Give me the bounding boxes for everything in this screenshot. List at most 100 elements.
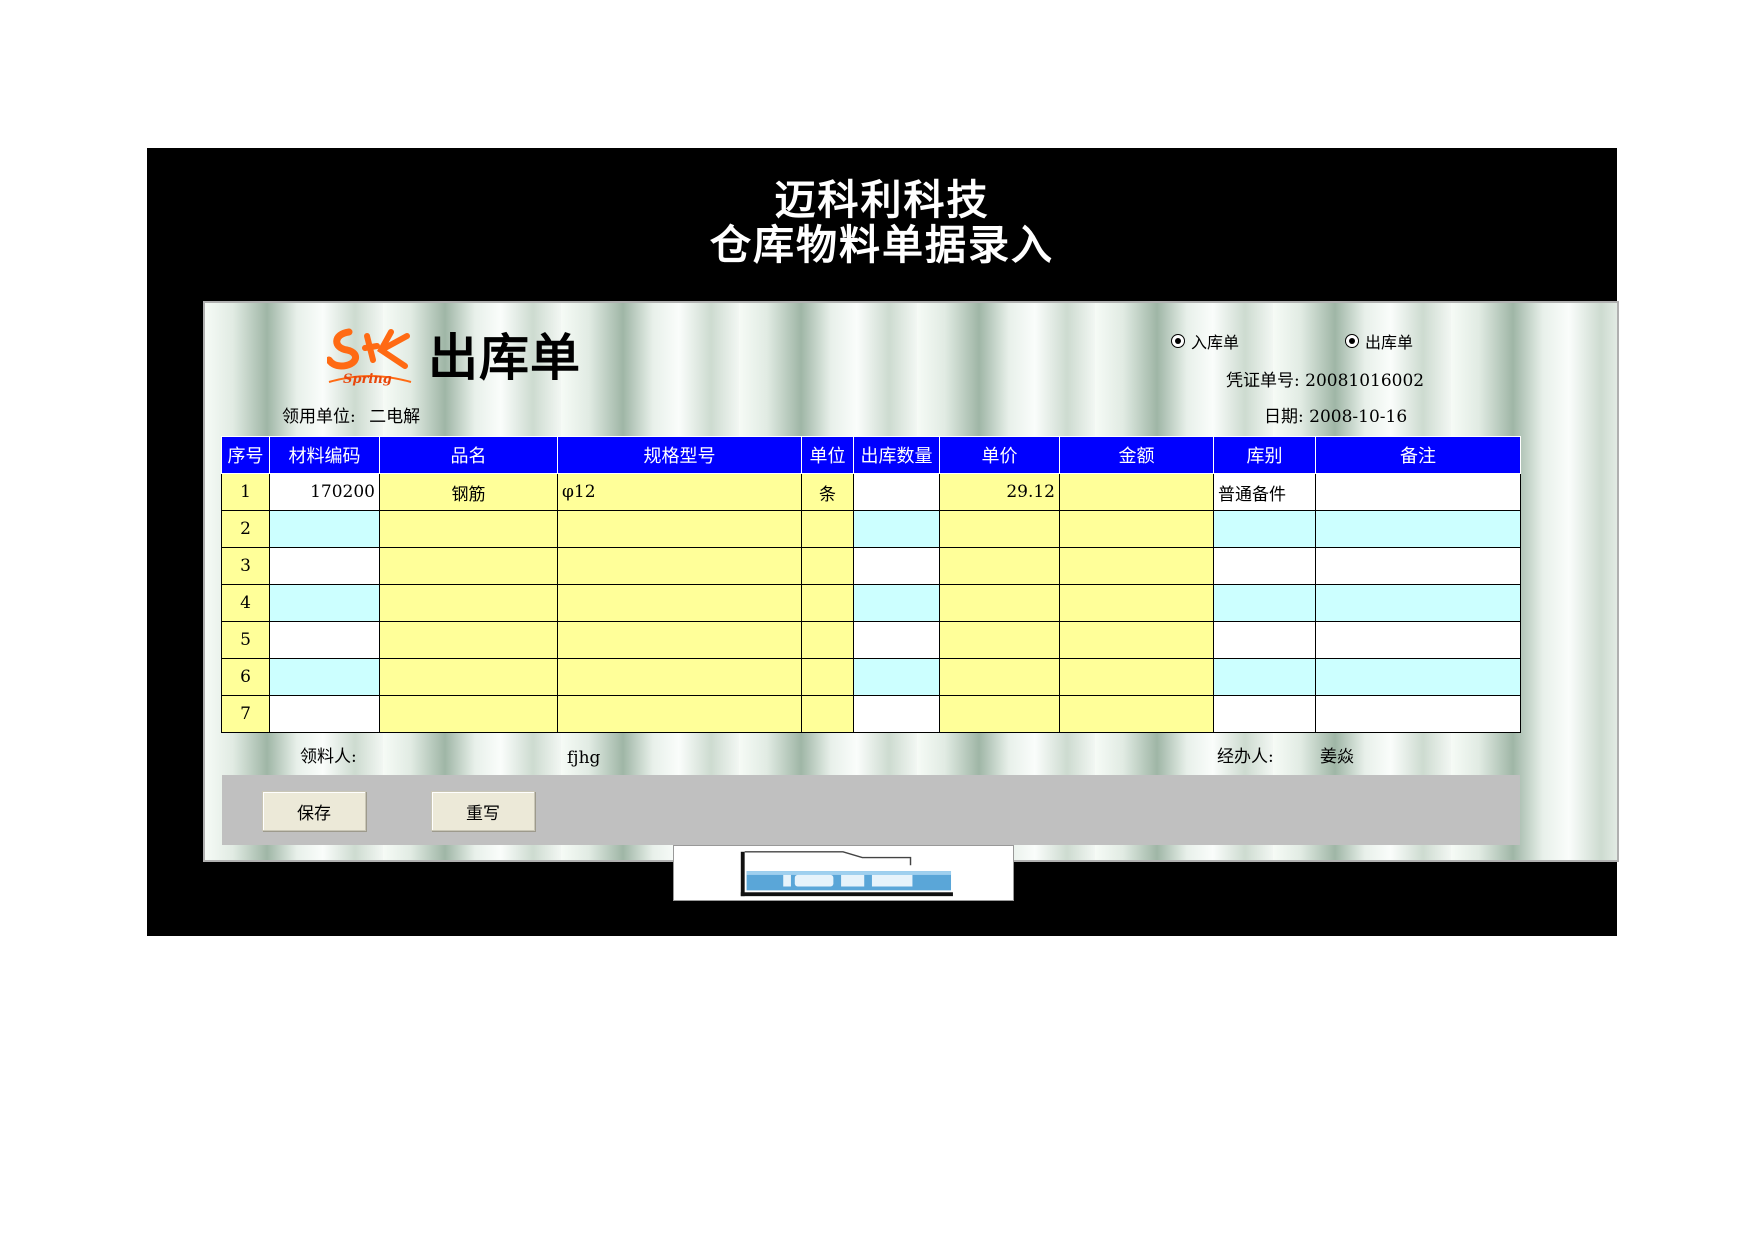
cell-qty[interactable] [853, 584, 940, 622]
cell-code[interactable] [269, 510, 380, 548]
cell-spec[interactable] [557, 695, 802, 733]
col-header-name: 品名 [379, 436, 558, 474]
cell-store[interactable] [1213, 584, 1316, 622]
cell-index: 7 [221, 695, 270, 733]
cell-code[interactable] [269, 621, 380, 659]
col-header-code: 材料编码 [269, 436, 380, 474]
cell-spec[interactable] [557, 584, 802, 622]
cell-code[interactable] [269, 584, 380, 622]
cell-spec[interactable] [557, 510, 802, 548]
cell-price[interactable] [939, 621, 1060, 659]
cell-spec[interactable]: φ12 [557, 473, 802, 511]
cell-name[interactable] [379, 621, 558, 659]
cell-code[interactable] [269, 547, 380, 585]
radio-inbound[interactable]: 入库单 [1171, 329, 1239, 353]
app-subtitle: 仓库物料单据录入 [710, 221, 1054, 269]
cell-store[interactable] [1213, 510, 1316, 548]
receiver-value[interactable]: fjhg [567, 748, 600, 768]
col-header-qty: 出库数量 [853, 436, 940, 474]
table-row: 6 [221, 658, 1521, 696]
cell-store[interactable] [1213, 658, 1316, 696]
handler-value[interactable]: 姜焱 [1320, 747, 1354, 767]
cell-note[interactable] [1315, 473, 1521, 511]
cell-name[interactable] [379, 510, 558, 548]
cell-price[interactable] [939, 584, 1060, 622]
cell-note[interactable] [1315, 621, 1521, 659]
cell-amount[interactable] [1059, 473, 1214, 511]
col-header-price: 单价 [939, 436, 1060, 474]
cell-store[interactable]: 普通备件 [1213, 473, 1316, 511]
cell-price[interactable]: 29.12 [939, 473, 1060, 511]
cell-note[interactable] [1315, 695, 1521, 733]
cell-price[interactable] [939, 695, 1060, 733]
cell-note[interactable] [1315, 584, 1521, 622]
form-title: 出库单 [428, 329, 581, 387]
cell-name[interactable] [379, 695, 558, 733]
cell-code[interactable] [269, 658, 380, 696]
cell-qty[interactable] [853, 621, 940, 659]
save-button[interactable]: 保存 [262, 791, 366, 831]
reset-button[interactable]: 重写 [431, 791, 535, 831]
cell-unit[interactable] [801, 510, 854, 548]
cell-index: 2 [221, 510, 270, 548]
cell-index: 6 [221, 658, 270, 696]
cell-price[interactable] [939, 658, 1060, 696]
radio-outbound[interactable]: 出库单 [1345, 329, 1413, 353]
cell-qty[interactable] [853, 695, 940, 733]
cell-spec[interactable] [557, 621, 802, 659]
cell-unit[interactable] [801, 547, 854, 585]
cell-qty[interactable] [853, 510, 940, 548]
receiver-row: 领料人: [300, 747, 357, 767]
cell-code[interactable] [269, 695, 380, 733]
cell-name[interactable]: 钢筋 [379, 473, 558, 511]
col-header-amount: 金额 [1059, 436, 1214, 474]
cell-price[interactable] [939, 510, 1060, 548]
cell-note[interactable] [1315, 547, 1521, 585]
cell-spec[interactable] [557, 547, 802, 585]
cell-amount[interactable] [1059, 584, 1214, 622]
col-header-unit: 单位 [801, 436, 854, 474]
col-header-note: 备注 [1315, 436, 1521, 474]
date-row: 日期: 2008-10-16 [1264, 407, 1407, 427]
cell-store[interactable] [1213, 547, 1316, 585]
cell-store[interactable] [1213, 621, 1316, 659]
cell-note[interactable] [1315, 658, 1521, 696]
cell-note[interactable] [1315, 510, 1521, 548]
cell-amount[interactable] [1059, 547, 1214, 585]
dept-label: 领用单位: [282, 407, 356, 427]
date-value[interactable]: 2008-10-16 [1309, 407, 1407, 427]
cell-amount[interactable] [1059, 658, 1214, 696]
embedded-ole-object-icon[interactable] [673, 845, 1014, 901]
cell-unit[interactable] [801, 658, 854, 696]
cell-unit[interactable] [801, 695, 854, 733]
dept-row: 领用单位: 二电解 [282, 407, 420, 427]
col-header-spec: 规格型号 [557, 436, 802, 474]
page-title: 迈科利科技 仓库物料单据录入 [147, 178, 1617, 268]
cell-price[interactable] [939, 547, 1060, 585]
dept-value[interactable]: 二电解 [369, 407, 420, 427]
handler-row: 经办人: [1217, 747, 1274, 767]
cell-spec[interactable] [557, 658, 802, 696]
cell-qty[interactable] [853, 473, 940, 511]
cell-name[interactable] [379, 584, 558, 622]
table-row: 4 [221, 584, 1521, 622]
cell-amount[interactable] [1059, 621, 1214, 659]
cell-amount[interactable] [1059, 510, 1214, 548]
table-row: 1 170200 钢筋 φ12 条 29.12 普通备件 [221, 473, 1521, 511]
cell-amount[interactable] [1059, 695, 1214, 733]
voucher-value[interactable]: 20081016002 [1305, 371, 1424, 391]
cell-unit[interactable] [801, 621, 854, 659]
cell-index: 1 [221, 473, 270, 511]
cell-name[interactable] [379, 658, 558, 696]
button-bar [222, 775, 1520, 845]
cell-store[interactable] [1213, 695, 1316, 733]
cell-unit[interactable] [801, 584, 854, 622]
radio-dot-icon [1345, 334, 1359, 348]
col-header-index: 序号 [221, 436, 270, 474]
cell-qty[interactable] [853, 547, 940, 585]
cell-code[interactable]: 170200 [269, 473, 380, 511]
cell-index: 3 [221, 547, 270, 585]
cell-unit[interactable]: 条 [801, 473, 854, 511]
cell-qty[interactable] [853, 658, 940, 696]
cell-name[interactable] [379, 547, 558, 585]
